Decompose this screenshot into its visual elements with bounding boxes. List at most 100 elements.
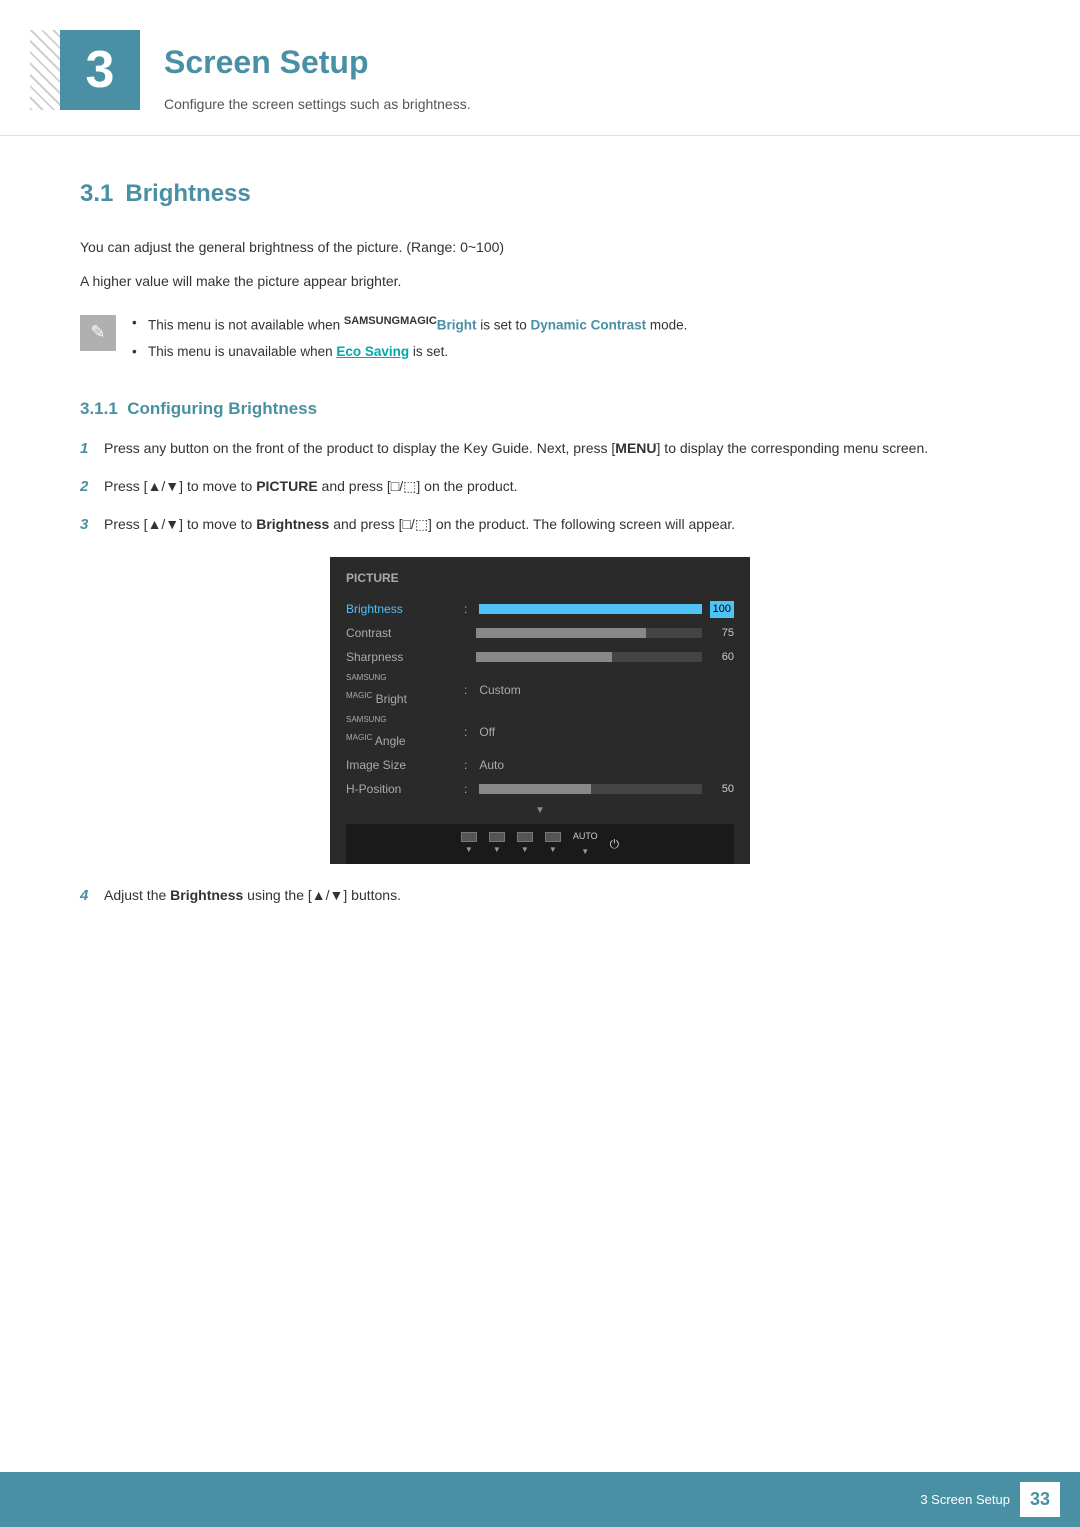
osd-label-hposition: H-Position xyxy=(346,780,456,798)
osd-bar-brightness xyxy=(479,604,701,614)
osd-label-magicbright: SAMSUNGMAGIC Bright xyxy=(346,672,456,708)
osd-colon-imagesize: : xyxy=(464,756,467,774)
osd-power-icon: ⏻ xyxy=(610,835,620,853)
step-1: 1 Press any button on the front of the p… xyxy=(80,437,1000,461)
header-text: Screen Setup Configure the screen settin… xyxy=(164,30,471,115)
osd-row-sharpness: Sharpness 60 xyxy=(346,645,734,669)
osd-row-magicbright: SAMSUNGMAGIC Bright : Custom xyxy=(346,669,734,711)
chapter-number: 3 xyxy=(86,31,115,109)
osd-value-magicangle: Off xyxy=(479,723,495,741)
osd-btn-minus: ▼ xyxy=(489,832,505,856)
osd-bar-fill-contrast xyxy=(476,628,646,638)
subsection-3-1-1-number: 3.1.1 xyxy=(80,399,118,418)
step-3-text: Press [▲/▼] to move to Brightness and pr… xyxy=(104,513,1000,535)
osd-label-contrast: Contrast xyxy=(346,624,456,642)
osd-btn-left: ▼ xyxy=(461,832,477,856)
osd-value-hposition: 50 xyxy=(710,781,734,798)
osd-bar-fill-sharpness xyxy=(476,652,612,662)
step-3-number: 3 xyxy=(80,513,104,537)
step-2: 2 Press [▲/▼] to move to PICTURE and pre… xyxy=(80,475,1000,499)
subsection-3-1-1-label: Configuring Brightness xyxy=(127,399,317,418)
dynamic-contrast-label: Dynamic Contrast xyxy=(531,317,647,332)
note-list: This menu is not available when SAMSUNGM… xyxy=(132,313,687,368)
osd-btn-left-icon xyxy=(461,832,477,842)
osd-row-magicangle: SAMSUNGMAGIC Angle : Off xyxy=(346,711,734,753)
brand-magic-osd: MAGIC xyxy=(346,691,372,700)
osd-auto-text: AUTO xyxy=(573,830,598,844)
osd-btn-plus-label: ▼ xyxy=(521,844,529,856)
osd-bar-contrast xyxy=(476,628,702,638)
step-2-text: Press [▲/▼] to move to PICTURE and press… xyxy=(104,475,1000,497)
osd-screen: PICTURE Brightness : 100 Contrast 75 xyxy=(330,557,750,864)
section-desc-1: You can adjust the general brightness of… xyxy=(80,236,1000,258)
step-1-text: Press any button on the front of the pro… xyxy=(104,437,1000,459)
page-header: 3 Screen Setup Configure the screen sett… xyxy=(0,0,1080,136)
footer-page-number: 33 xyxy=(1020,1482,1060,1517)
brand-samsung-osd: SAMSUNG xyxy=(346,673,386,682)
osd-btn-minus-icon xyxy=(489,832,505,842)
main-content: 3.1 Brightness You can adjust the genera… xyxy=(0,176,1080,1002)
section-3-1-title: 3.1 Brightness xyxy=(80,176,1000,212)
eco-saving-label: Eco Saving xyxy=(336,344,409,359)
menu-key: MENU xyxy=(615,440,656,456)
section-desc-2: A higher value will make the picture app… xyxy=(80,270,1000,292)
brand-magic-osd2: MAGIC xyxy=(346,733,372,742)
page-footer: 3 Screen Setup 33 xyxy=(0,1472,1080,1527)
osd-label-sharpness: Sharpness xyxy=(346,648,456,666)
osd-row-contrast: Contrast 75 xyxy=(346,621,734,645)
step-1-number: 1 xyxy=(80,437,104,461)
note-icon: ✎ xyxy=(80,315,116,351)
osd-value-magicbright: Custom xyxy=(479,681,520,699)
bright-label: Bright xyxy=(437,317,477,332)
osd-btn-minus-label: ▼ xyxy=(493,844,501,856)
osd-row-hposition: H-Position : 50 xyxy=(346,777,734,801)
osd-label-imagesize: Image Size xyxy=(346,756,456,774)
brightness-label-step3: Brightness xyxy=(256,516,329,532)
osd-bar-fill-brightness xyxy=(479,604,701,614)
note-item-1: This menu is not available when SAMSUNGM… xyxy=(132,313,687,336)
osd-title: PICTURE xyxy=(346,569,734,591)
osd-colon-magicbright: : xyxy=(464,681,467,699)
note-icon-symbol: ✎ xyxy=(90,319,105,346)
brightness-label-step4: Brightness xyxy=(170,887,243,903)
osd-btn-enter-label: ▼ xyxy=(549,844,557,856)
step-3: 3 Press [▲/▼] to move to Brightness and … xyxy=(80,513,1000,537)
subsection-3-1-1-title: 3.1.1 Configuring Brightness xyxy=(80,396,1000,422)
osd-btn-enter: ▼ xyxy=(545,832,561,856)
steps-list: 1 Press any button on the front of the p… xyxy=(80,437,1000,537)
step-4: 4 Adjust the Brightness using the [▲/▼] … xyxy=(80,884,1000,908)
osd-label-magicangle: SAMSUNGMAGIC Angle xyxy=(346,714,456,750)
step-4-number: 4 xyxy=(80,884,104,908)
note-container: ✎ This menu is not available when SAMSUN… xyxy=(80,313,1000,368)
osd-container: PICTURE Brightness : 100 Contrast 75 xyxy=(80,557,1000,864)
osd-colon-magicangle: : xyxy=(464,723,467,741)
osd-colon-hposition: : xyxy=(464,780,467,798)
osd-value-sharpness: 60 xyxy=(710,649,734,666)
footer-text: 3 Screen Setup xyxy=(920,1490,1010,1510)
osd-bar-hposition xyxy=(479,784,702,794)
brand-magic: MAGIC xyxy=(400,315,437,327)
step-2-number: 2 xyxy=(80,475,104,499)
section-3-1-number: 3.1 xyxy=(80,176,113,212)
osd-bar-sharpness xyxy=(476,652,702,662)
brand-samsung-osd2: SAMSUNG xyxy=(346,715,386,724)
osd-bottom-bar: ▼ ▼ ▼ ▼ AUTO ▼ ⏻ xyxy=(346,824,734,864)
osd-value-imagesize: Auto xyxy=(479,756,504,774)
osd-btn-plus: ▼ xyxy=(517,832,533,856)
osd-scroll-indicator: ▼ xyxy=(346,801,734,818)
note-item-2: This menu is unavailable when Eco Saving… xyxy=(132,342,687,362)
osd-label-brightness: Brightness xyxy=(346,600,456,618)
section-3-1-label: Brightness xyxy=(125,176,250,212)
osd-row-brightness: Brightness : 100 xyxy=(346,597,734,621)
chapter-number-box: 3 xyxy=(60,30,140,110)
osd-btn-left-label: ▼ xyxy=(465,844,473,856)
osd-btn-power: ⏻ xyxy=(610,835,620,853)
picture-label: PICTURE xyxy=(256,478,317,494)
osd-btn-auto-label: ▼ xyxy=(581,846,589,858)
chapter-title: Screen Setup xyxy=(164,38,471,86)
osd-value-contrast: 75 xyxy=(710,625,734,642)
osd-row-imagesize: Image Size : Auto xyxy=(346,753,734,777)
osd-bar-fill-hposition xyxy=(479,784,590,794)
osd-value-brightness: 100 xyxy=(710,601,734,618)
osd-btn-auto: AUTO ▼ xyxy=(573,830,598,858)
